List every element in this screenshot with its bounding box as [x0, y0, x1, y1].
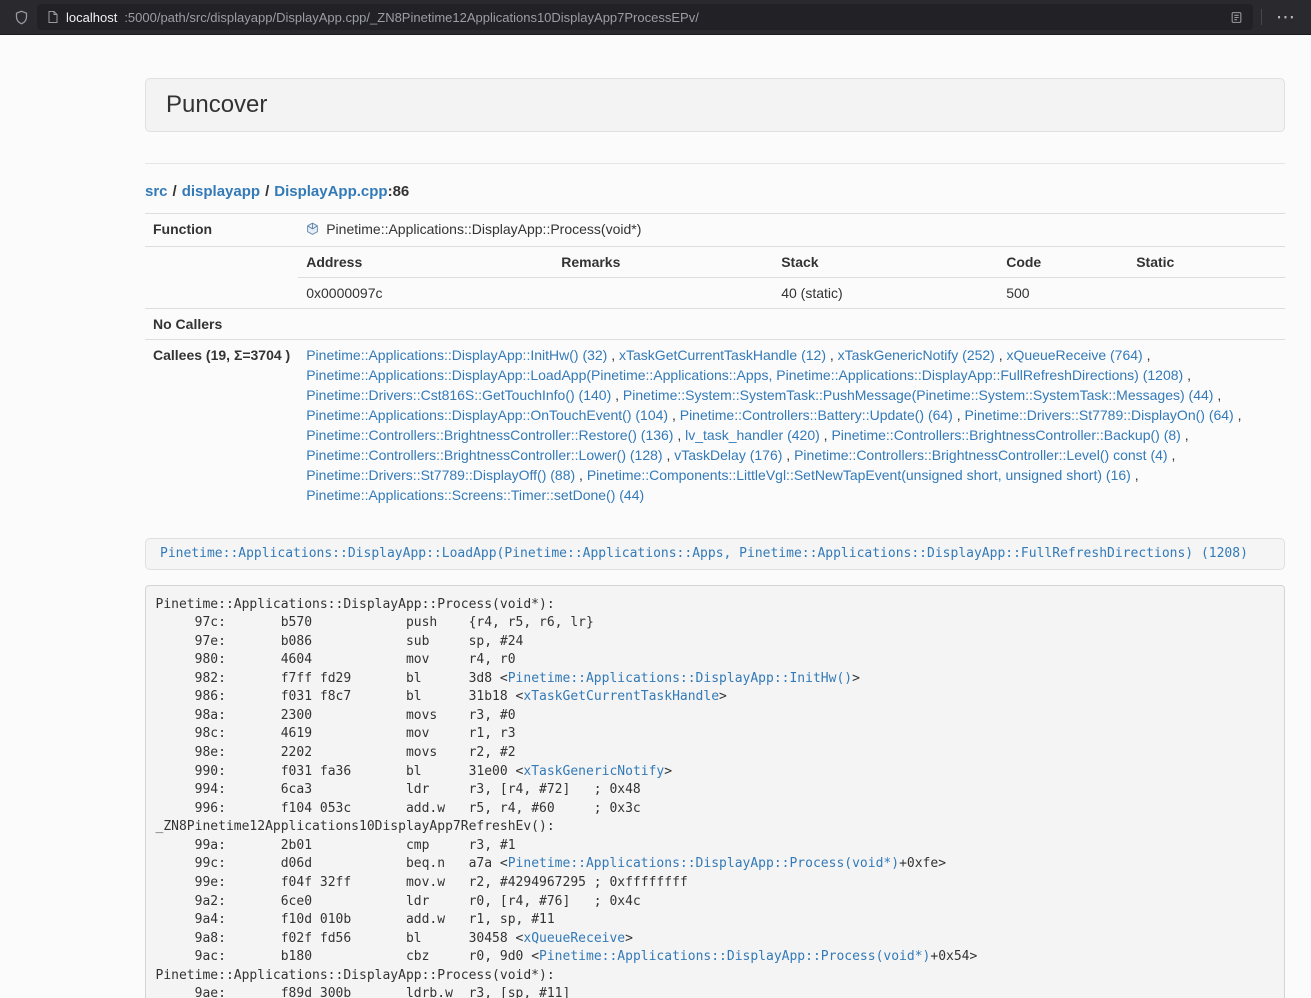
page-container: Puncover src / displayapp / DisplayApp.cpp:8…	[145, 35, 1285, 998]
breadcrumb-link-src[interactable]: src	[145, 183, 168, 200]
callee-link[interactable]: Pinetime::Controllers::BrightnessControl…	[794, 447, 1167, 463]
callee-link[interactable]: Pinetime::Controllers::BrightnessControl…	[306, 427, 673, 443]
callee-link[interactable]: xTaskGenericNotify (252)	[838, 347, 995, 363]
value-remarks	[553, 278, 773, 309]
browser-toolbar: localhost :5000/path/src/displayapp/Displ…	[0, 0, 1311, 35]
breadcrumb: src / displayapp / DisplayApp.cpp:86	[145, 182, 1285, 202]
function-icon	[306, 222, 319, 236]
metrics-row: Address Remarks Stack Code Static 0x0000…	[145, 247, 1285, 309]
callee-link[interactable]: Pinetime::Drivers::St7789::DisplayOn() (…	[965, 407, 1234, 423]
callee-link[interactable]: Pinetime::Components::LittleVgl::SetNewT…	[587, 467, 1131, 483]
breadcrumb-line-number: :86	[388, 183, 410, 200]
code-symbol-link[interactable]: Pinetime::Applications::DisplayApp::Init…	[508, 671, 852, 686]
value-address: 0x0000097c	[298, 278, 553, 309]
callee-link[interactable]: Pinetime::Applications::Screens::Timer::…	[306, 487, 644, 503]
callee-link[interactable]: Pinetime::Applications::DisplayApp::Init…	[306, 347, 607, 363]
callee-link[interactable]: Pinetime::Applications::DisplayApp::OnTo…	[306, 407, 668, 423]
metrics-table: Address Remarks Stack Code Static 0x0000…	[298, 247, 1285, 308]
col-header-static: Static	[1128, 247, 1285, 278]
divider	[145, 163, 1285, 164]
disassembly-pre: Pinetime::Applications::DisplayApp::Proc…	[145, 585, 1285, 998]
no-callers-label: No Callers	[145, 309, 298, 340]
callee-link[interactable]: lv_task_handler (420)	[685, 427, 820, 443]
callee-link[interactable]: Pinetime::System::SystemTask::PushMessag…	[623, 387, 1214, 403]
callee-link[interactable]: Pinetime::Controllers::BrightnessControl…	[831, 427, 1180, 443]
callees-row: Callees (19, Σ=3704 ) Pinetime::Applicat…	[145, 340, 1285, 511]
code-symbol-link[interactable]: Pinetime::Applications::DisplayApp::Proc…	[508, 856, 899, 871]
page-title: Puncover	[166, 92, 1264, 118]
no-callers-cell	[298, 309, 1285, 340]
function-signature: Pinetime::Applications::DisplayApp::Proc…	[326, 219, 641, 239]
callee-link[interactable]: Pinetime::Controllers::BrightnessControl…	[306, 447, 662, 463]
callees-label: Callees (19, Σ=3704 )	[145, 340, 298, 511]
no-callers-row: No Callers	[145, 309, 1285, 340]
metrics-header-row: Address Remarks Stack Code Static	[298, 247, 1285, 278]
toolbar-separator	[1261, 9, 1262, 25]
code-symbol-link[interactable]: Pinetime::Applications::DisplayApp::Proc…	[539, 949, 930, 964]
breadcrumb-link-file[interactable]: DisplayApp.cpp	[274, 183, 387, 200]
url-host: localhost	[66, 10, 117, 25]
metrics-values-row: 0x0000097c 40 (static) 500	[298, 278, 1285, 309]
selected-symbol-panel: Pinetime::Applications::DisplayApp::Load…	[145, 538, 1285, 570]
code-symbol-link[interactable]: xTaskGetCurrentTaskHandle	[523, 689, 719, 704]
shield-icon[interactable]	[14, 9, 29, 26]
callee-link[interactable]: vTaskDelay (176)	[674, 447, 782, 463]
overflow-menu-button[interactable]: ⋯	[1270, 8, 1301, 27]
breadcrumb-separator: /	[265, 183, 269, 200]
app-header-panel: Puncover	[145, 78, 1285, 132]
callee-link[interactable]: Pinetime::Drivers::St7789::DisplayOff() …	[306, 467, 575, 483]
callee-link[interactable]: xTaskGetCurrentTaskHandle (12)	[619, 347, 826, 363]
url-path: :5000/path/src/displayapp/DisplayApp.cpp…	[124, 10, 1223, 25]
callee-link[interactable]: Pinetime::Controllers::Battery::Update()…	[680, 407, 953, 423]
reader-mode-icon[interactable]	[1230, 11, 1243, 24]
callees-list: Pinetime::Applications::DisplayApp::Init…	[298, 340, 1285, 511]
function-table: Function Pinetime::Applications::Display…	[145, 213, 1285, 510]
function-row-label: Function	[145, 214, 298, 247]
function-row: Function Pinetime::Applications::Display…	[145, 214, 1285, 247]
callee-link[interactable]: xQueueReceive (764)	[1007, 347, 1143, 363]
col-header-code: Code	[998, 247, 1128, 278]
code-symbol-link[interactable]: xTaskGenericNotify	[523, 764, 664, 779]
col-header-stack: Stack	[773, 247, 998, 278]
value-code: 500	[998, 278, 1128, 309]
code-symbol-link[interactable]: xQueueReceive	[523, 931, 625, 946]
selected-symbol-link[interactable]: Pinetime::Applications::DisplayApp::Load…	[160, 546, 1248, 561]
col-header-address: Address	[298, 247, 553, 278]
breadcrumb-link-displayapp[interactable]: displayapp	[182, 183, 260, 200]
col-header-remarks: Remarks	[553, 247, 773, 278]
value-stack: 40 (static)	[773, 278, 998, 309]
url-bar[interactable]: localhost :5000/path/src/displayapp/Displ…	[37, 4, 1253, 30]
metrics-row-label	[145, 247, 298, 309]
value-static	[1128, 278, 1285, 309]
page-info-icon[interactable]	[47, 10, 59, 24]
callee-link[interactable]: Pinetime::Drivers::Cst816S::GetTouchInfo…	[306, 387, 611, 403]
callee-link[interactable]: Pinetime::Applications::DisplayApp::Load…	[306, 367, 1183, 383]
breadcrumb-separator: /	[173, 183, 177, 200]
